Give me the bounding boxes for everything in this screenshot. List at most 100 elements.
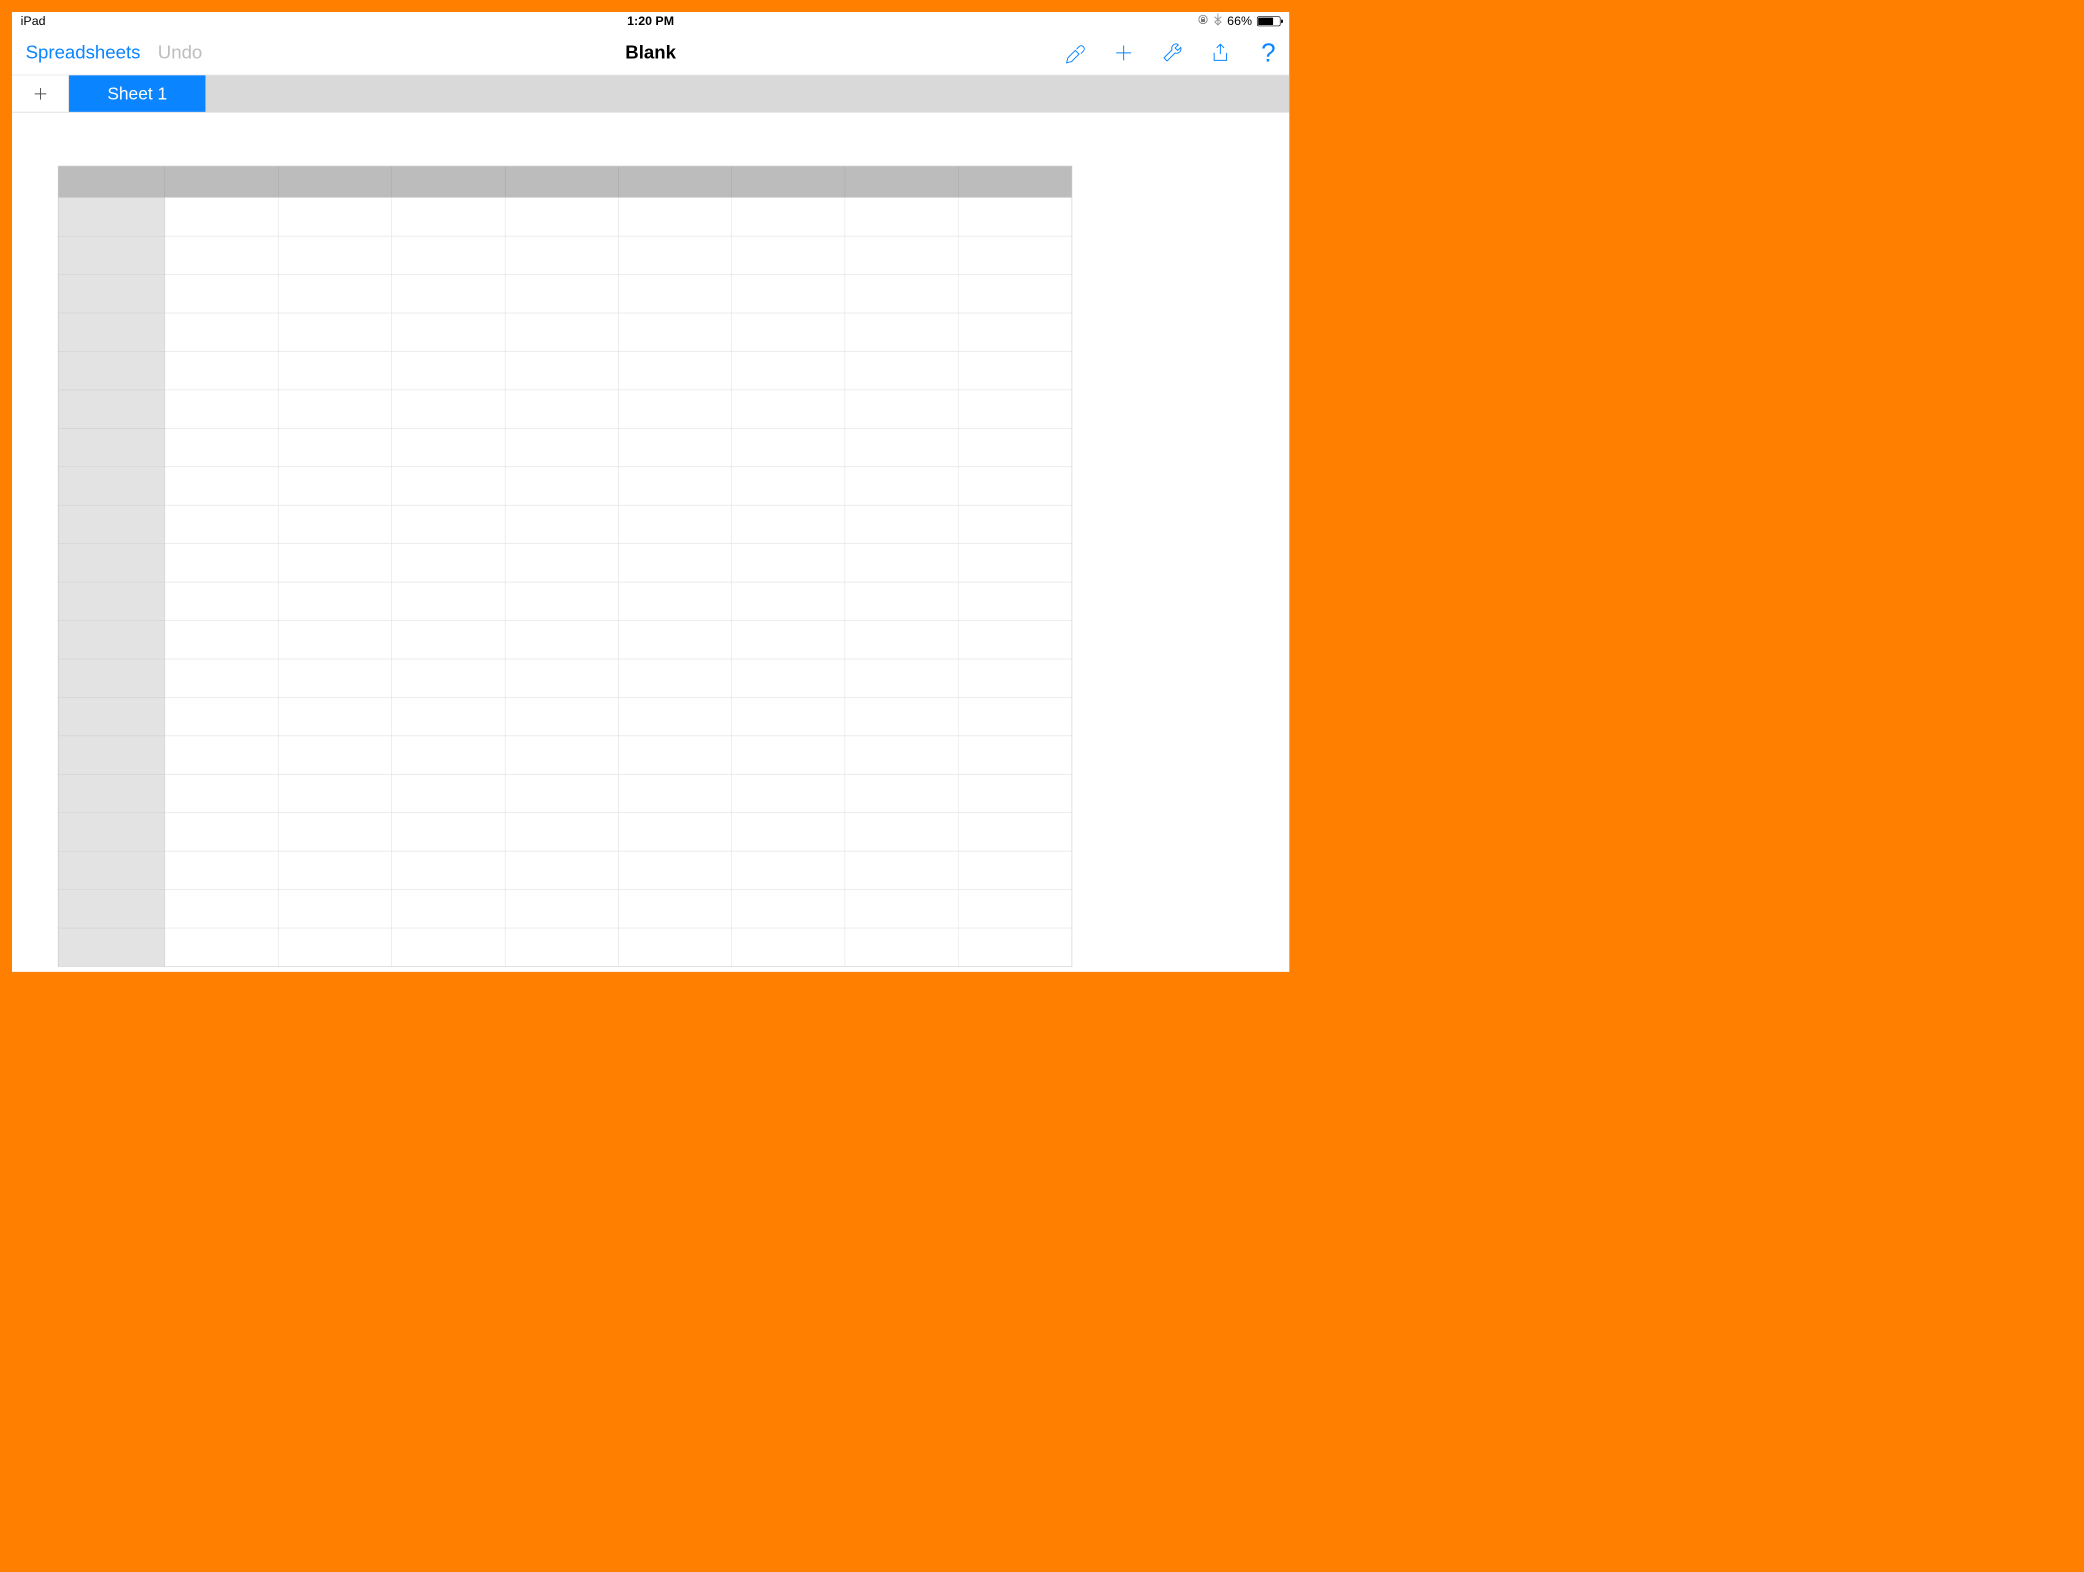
share-icon[interactable] — [1209, 41, 1231, 63]
cell[interactable] — [505, 659, 618, 697]
cell[interactable] — [845, 505, 958, 543]
row-header[interactable] — [59, 812, 166, 850]
cell[interactable] — [165, 697, 278, 735]
cell[interactable] — [732, 428, 845, 466]
spreadsheet-table[interactable] — [58, 166, 1072, 967]
cell[interactable] — [732, 505, 845, 543]
cell[interactable] — [619, 236, 732, 274]
column-header[interactable] — [732, 166, 845, 197]
cell[interactable] — [279, 736, 392, 774]
cell[interactable] — [505, 313, 618, 351]
cell[interactable] — [505, 197, 618, 235]
cell[interactable] — [392, 928, 505, 966]
cell[interactable] — [505, 390, 618, 428]
cell[interactable] — [279, 812, 392, 850]
cell[interactable] — [845, 390, 958, 428]
row-header[interactable] — [59, 236, 166, 274]
cell[interactable] — [505, 274, 618, 312]
cell[interactable] — [165, 390, 278, 428]
cell[interactable] — [279, 197, 392, 235]
row-header[interactable] — [59, 390, 166, 428]
cell[interactable] — [845, 236, 958, 274]
cell[interactable] — [279, 620, 392, 658]
cell[interactable] — [505, 620, 618, 658]
cell[interactable] — [165, 543, 278, 581]
cell[interactable] — [619, 812, 732, 850]
row-header[interactable] — [59, 620, 166, 658]
cell[interactable] — [732, 390, 845, 428]
cell[interactable] — [165, 582, 278, 620]
cell[interactable] — [392, 313, 505, 351]
cell[interactable] — [279, 582, 392, 620]
cell[interactable] — [505, 851, 618, 889]
cell[interactable] — [845, 774, 958, 812]
cell[interactable] — [165, 736, 278, 774]
cell[interactable] — [845, 851, 958, 889]
cell[interactable] — [845, 736, 958, 774]
row-header[interactable] — [59, 928, 166, 966]
cell[interactable] — [165, 928, 278, 966]
cell[interactable] — [505, 543, 618, 581]
spreadsheet-canvas[interactable] — [12, 112, 1289, 971]
cell[interactable] — [959, 197, 1072, 235]
cell[interactable] — [279, 313, 392, 351]
cell[interactable] — [732, 851, 845, 889]
cell[interactable] — [392, 659, 505, 697]
cell[interactable] — [619, 889, 732, 927]
cell[interactable] — [959, 812, 1072, 850]
cell[interactable] — [165, 466, 278, 504]
cell[interactable] — [392, 736, 505, 774]
cell[interactable] — [619, 736, 732, 774]
cell[interactable] — [279, 851, 392, 889]
cell[interactable] — [279, 428, 392, 466]
cell[interactable] — [732, 197, 845, 235]
cell[interactable] — [392, 582, 505, 620]
cell[interactable] — [959, 928, 1072, 966]
cell[interactable] — [619, 582, 732, 620]
cell[interactable] — [619, 928, 732, 966]
cell[interactable] — [165, 620, 278, 658]
cell[interactable] — [165, 774, 278, 812]
help-button[interactable]: ? — [1257, 40, 1275, 66]
cell[interactable] — [505, 812, 618, 850]
cell[interactable] — [505, 582, 618, 620]
cell[interactable] — [279, 236, 392, 274]
cell[interactable] — [279, 928, 392, 966]
row-header[interactable] — [59, 466, 166, 504]
back-to-spreadsheets-button[interactable]: Spreadsheets — [26, 42, 141, 63]
cell[interactable] — [619, 620, 732, 658]
row-header[interactable] — [59, 851, 166, 889]
cell[interactable] — [165, 812, 278, 850]
cell[interactable] — [959, 774, 1072, 812]
cell[interactable] — [959, 466, 1072, 504]
cell[interactable] — [732, 659, 845, 697]
cell[interactable] — [959, 851, 1072, 889]
row-header[interactable] — [59, 543, 166, 581]
cell[interactable] — [732, 812, 845, 850]
cell[interactable] — [392, 851, 505, 889]
cell[interactable] — [845, 351, 958, 389]
cell[interactable] — [959, 313, 1072, 351]
cell[interactable] — [392, 889, 505, 927]
column-header[interactable] — [619, 166, 732, 197]
cell[interactable] — [619, 428, 732, 466]
cell[interactable] — [619, 659, 732, 697]
cell[interactable] — [505, 889, 618, 927]
cell[interactable] — [165, 851, 278, 889]
row-header[interactable] — [59, 313, 166, 351]
add-sheet-button[interactable] — [12, 75, 69, 112]
cell[interactable] — [845, 928, 958, 966]
cell[interactable] — [279, 390, 392, 428]
cell[interactable] — [619, 505, 732, 543]
cell[interactable] — [619, 543, 732, 581]
row-header[interactable] — [59, 697, 166, 735]
cell[interactable] — [959, 659, 1072, 697]
cell[interactable] — [845, 466, 958, 504]
cell[interactable] — [392, 197, 505, 235]
cell[interactable] — [505, 466, 618, 504]
cell[interactable] — [959, 543, 1072, 581]
cell[interactable] — [279, 466, 392, 504]
cell[interactable] — [732, 351, 845, 389]
cell[interactable] — [279, 774, 392, 812]
cell[interactable] — [392, 466, 505, 504]
